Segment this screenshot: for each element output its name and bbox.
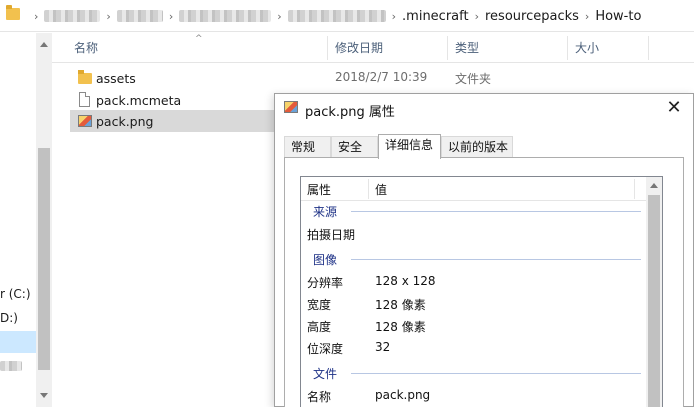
blurred-nav-item: [0, 361, 22, 371]
breadcrumb-segment[interactable]: .minecraft: [402, 9, 469, 24]
chevron-right-icon: ›: [34, 9, 39, 23]
address-bar[interactable]: › › › › › .minecraft › resourcepacks › H…: [0, 0, 694, 32]
column-header-type[interactable]: 类型: [455, 33, 479, 63]
column-header-name[interactable]: 名称: [74, 33, 98, 63]
property-list-scrollbar[interactable]: [646, 177, 662, 407]
file-row-selected[interactable]: pack.png: [70, 110, 280, 132]
prop-width-key: 宽度: [307, 298, 332, 312]
column-header-date[interactable]: 修改日期: [335, 33, 383, 63]
breadcrumb-segment[interactable]: How-to: [595, 9, 641, 24]
prop-bit-depth-value: 32: [375, 340, 391, 354]
chevron-right-icon: ›: [168, 9, 174, 23]
prop-name-value: pack.png: [375, 388, 431, 402]
nav-item-drive-c[interactable]: r (C:): [0, 287, 31, 301]
breadcrumb-segment[interactable]: resourcepacks: [485, 9, 579, 24]
prop-date-taken-key: 拍摄日期: [307, 228, 356, 242]
blurred-path-segment: [287, 10, 386, 22]
blurred-path-segment: [179, 10, 272, 22]
group-source: 来源: [313, 205, 338, 219]
scrollbar-thumb[interactable]: [38, 148, 50, 370]
column-divider[interactable]: [567, 36, 568, 60]
prop-dimensions-key: 分辨率: [307, 276, 344, 290]
group-image: 图像: [313, 253, 338, 267]
file-name: pack.mcmeta: [96, 93, 182, 108]
prop-dimensions-value: 128 x 128: [375, 274, 436, 288]
nav-scrollbar[interactable]: [36, 33, 52, 407]
chevron-right-icon: ›: [106, 9, 111, 23]
file-row[interactable]: assets: [70, 67, 275, 89]
file-list-header: ^ 名称 修改日期 类型 大小: [52, 33, 694, 63]
nav-selected-item[interactable]: [0, 331, 36, 353]
prop-name-key: 名称: [307, 390, 332, 404]
group-divider: [351, 211, 641, 212]
details-panel: 属性 值 来源 拍摄日期 图像 分辨率 128 x 128 宽度 128 像素 …: [284, 157, 684, 407]
column-header-size[interactable]: 大小: [575, 33, 599, 63]
close-icon[interactable]: ✕: [663, 97, 685, 119]
column-header-value[interactable]: 值: [375, 181, 387, 198]
prop-height-key: 高度: [307, 320, 332, 334]
image-file-icon: [284, 101, 298, 113]
blurred-path-segment: [116, 10, 163, 22]
file-icon: [79, 92, 90, 107]
prop-bit-depth-key: 位深度: [307, 342, 344, 356]
tab-previous-versions[interactable]: 以前的版本: [441, 136, 513, 158]
tab-details[interactable]: 详细信息: [378, 134, 441, 159]
scrollbar-thumb[interactable]: [648, 195, 660, 407]
prop-height-value: 128 像素: [375, 320, 426, 334]
chevron-right-icon: ›: [584, 9, 590, 23]
group-divider: [351, 259, 641, 260]
tab-general[interactable]: 常规: [284, 136, 331, 158]
file-modified-date: 2018/2/7 10:39: [335, 70, 428, 84]
image-file-icon: [78, 115, 92, 127]
property-list-header: 属性 值: [301, 177, 648, 201]
sort-caret-icon: ^: [195, 34, 203, 44]
group-file: 文件: [313, 367, 338, 381]
file-type: 文件夹: [455, 72, 492, 86]
folder-icon: [6, 5, 20, 20]
scroll-up-arrow-icon[interactable]: [650, 183, 658, 188]
properties-dialog: pack.png 属性 ✕ 常规 安全 详细信息 以前的版本 属性 值 来源 拍…: [274, 93, 694, 407]
column-divider[interactable]: [368, 179, 369, 199]
chevron-right-icon: ›: [474, 9, 479, 23]
column-divider[interactable]: [447, 36, 448, 60]
blurred-path-segment: [44, 10, 101, 22]
tab-security[interactable]: 安全: [331, 136, 378, 158]
scroll-up-arrow-icon[interactable]: [40, 42, 48, 47]
scroll-down-arrow-icon[interactable]: [40, 393, 48, 398]
group-divider: [351, 373, 641, 374]
dialog-title-bar[interactable]: pack.png 属性 ✕: [275, 94, 693, 124]
property-list[interactable]: 属性 值 来源 拍摄日期 图像 分辨率 128 x 128 宽度 128 像素 …: [300, 176, 663, 407]
nav-item-drive-d[interactable]: D:): [0, 311, 18, 325]
column-divider[interactable]: [327, 36, 328, 60]
file-name: assets: [96, 71, 136, 86]
dialog-title: pack.png 属性: [305, 105, 395, 120]
prop-width-value: 128 像素: [375, 298, 426, 312]
column-divider[interactable]: [634, 179, 635, 199]
chevron-right-icon: ›: [391, 9, 397, 23]
column-divider[interactable]: [648, 36, 649, 60]
folder-icon: [78, 70, 92, 84]
breadcrumb: › › › › › .minecraft › resourcepacks › H…: [28, 8, 641, 24]
chevron-right-icon: ›: [277, 9, 282, 23]
file-row[interactable]: pack.mcmeta: [70, 89, 275, 111]
file-name: pack.png: [96, 114, 154, 129]
column-header-property[interactable]: 属性: [307, 181, 331, 198]
